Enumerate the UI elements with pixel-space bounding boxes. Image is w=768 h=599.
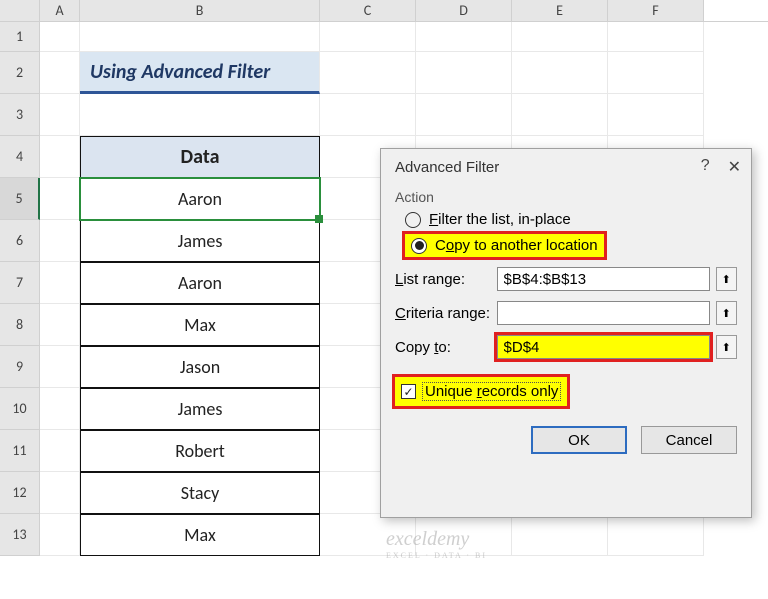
row-header-9[interactable]: 9 bbox=[0, 346, 40, 388]
checkbox-label: Unique records only bbox=[422, 382, 561, 401]
radio-label: Copy to another location bbox=[435, 237, 598, 254]
help-icon[interactable]: ? bbox=[701, 157, 710, 177]
cell-A12[interactable] bbox=[40, 472, 80, 514]
cell-A9[interactable] bbox=[40, 346, 80, 388]
radio-filter-in-place[interactable]: Filter the list, in-place bbox=[405, 211, 737, 228]
collapse-dialog-icon[interactable]: ⬆ bbox=[716, 335, 737, 359]
cell-C1[interactable] bbox=[320, 22, 416, 52]
row-header-5[interactable]: 5 bbox=[0, 178, 40, 220]
advanced-filter-dialog: Advanced Filter ? ✕ Action Filter the li… bbox=[380, 148, 752, 518]
row-header-4[interactable]: 4 bbox=[0, 136, 40, 178]
cell-E13[interactable] bbox=[512, 514, 608, 556]
unique-records-checkbox[interactable]: ✓ Unique records only bbox=[395, 377, 567, 406]
criteria-range-input[interactable] bbox=[497, 301, 710, 325]
cell-A8[interactable] bbox=[40, 304, 80, 346]
column-headers: A B C D E F bbox=[0, 0, 768, 22]
copy-to-label: Copy to: bbox=[395, 339, 491, 356]
cell-D1[interactable] bbox=[416, 22, 512, 52]
dialog-title: Advanced Filter bbox=[395, 159, 499, 176]
radio-copy-to-location[interactable]: Copy to another location bbox=[405, 234, 604, 257]
collapse-dialog-icon[interactable]: ⬆ bbox=[716, 301, 737, 325]
cell-B5[interactable]: Aaron bbox=[80, 178, 320, 220]
list-range-label: List range: bbox=[395, 271, 491, 288]
radio-icon bbox=[405, 212, 421, 228]
row-header-6[interactable]: 6 bbox=[0, 220, 40, 262]
cell-B7[interactable]: Aaron bbox=[80, 262, 320, 304]
cell-B1[interactable] bbox=[80, 22, 320, 52]
cell-C3[interactable] bbox=[320, 94, 416, 136]
cell-A2[interactable] bbox=[40, 52, 80, 94]
col-header-C[interactable]: C bbox=[320, 0, 416, 21]
row-header-2[interactable]: 2 bbox=[0, 52, 40, 94]
cell-F1[interactable] bbox=[608, 22, 704, 52]
watermark: exceldemy EXCEL · DATA · BI bbox=[386, 528, 487, 560]
cell-B9[interactable]: Jason bbox=[80, 346, 320, 388]
cell-E1[interactable] bbox=[512, 22, 608, 52]
cell-B8[interactable]: Max bbox=[80, 304, 320, 346]
criteria-range-label: Criteria range: bbox=[395, 305, 491, 322]
col-header-A[interactable]: A bbox=[40, 0, 80, 21]
cell-A5[interactable] bbox=[40, 178, 80, 220]
checkbox-icon: ✓ bbox=[401, 384, 416, 399]
cell-B6[interactable]: James bbox=[80, 220, 320, 262]
select-all-corner[interactable] bbox=[0, 0, 40, 21]
cell-A6[interactable] bbox=[40, 220, 80, 262]
row-header-7[interactable]: 7 bbox=[0, 262, 40, 304]
row-header-13[interactable]: 13 bbox=[0, 514, 40, 556]
copy-to-input[interactable] bbox=[497, 335, 710, 359]
cell-D2[interactable] bbox=[416, 52, 512, 94]
cell-A7[interactable] bbox=[40, 262, 80, 304]
cell-F13[interactable] bbox=[608, 514, 704, 556]
collapse-dialog-icon[interactable]: ⬆ bbox=[716, 267, 737, 291]
cancel-button[interactable]: Cancel bbox=[641, 426, 737, 454]
cell-B12[interactable]: Stacy bbox=[80, 472, 320, 514]
close-icon[interactable]: ✕ bbox=[728, 157, 741, 177]
ok-button[interactable]: OK bbox=[531, 426, 627, 454]
cell-D3[interactable] bbox=[416, 94, 512, 136]
cell-F2[interactable] bbox=[608, 52, 704, 94]
row-header-11[interactable]: 11 bbox=[0, 430, 40, 472]
title-cell[interactable]: Using Advanced Filter bbox=[80, 52, 320, 94]
cell-A4[interactable] bbox=[40, 136, 80, 178]
cell-B13[interactable]: Max bbox=[80, 514, 320, 556]
cell-A13[interactable] bbox=[40, 514, 80, 556]
row-header-1[interactable]: 1 bbox=[0, 22, 40, 52]
row-header-10[interactable]: 10 bbox=[0, 388, 40, 430]
col-header-F[interactable]: F bbox=[608, 0, 704, 21]
radio-label: Filter the list, in-place bbox=[429, 211, 571, 228]
cell-A1[interactable] bbox=[40, 22, 80, 52]
col-header-B[interactable]: B bbox=[80, 0, 320, 21]
cell-E2[interactable] bbox=[512, 52, 608, 94]
radio-icon bbox=[411, 238, 427, 254]
cell-B11[interactable]: Robert bbox=[80, 430, 320, 472]
action-group-label: Action bbox=[395, 189, 737, 205]
dialog-titlebar[interactable]: Advanced Filter ? ✕ bbox=[381, 149, 751, 185]
col-header-E[interactable]: E bbox=[512, 0, 608, 21]
row-header-12[interactable]: 12 bbox=[0, 472, 40, 514]
list-range-input[interactable] bbox=[497, 267, 710, 291]
cell-B10[interactable]: James bbox=[80, 388, 320, 430]
row-header-8[interactable]: 8 bbox=[0, 304, 40, 346]
cell-A3[interactable] bbox=[40, 94, 80, 136]
col-header-D[interactable]: D bbox=[416, 0, 512, 21]
row-header-3[interactable]: 3 bbox=[0, 94, 40, 136]
table-header[interactable]: Data bbox=[80, 136, 320, 178]
cell-C2[interactable] bbox=[320, 52, 416, 94]
cell-A11[interactable] bbox=[40, 430, 80, 472]
cell-E3[interactable] bbox=[512, 94, 608, 136]
cell-B3[interactable] bbox=[80, 94, 320, 136]
cell-A10[interactable] bbox=[40, 388, 80, 430]
cell-F3[interactable] bbox=[608, 94, 704, 136]
